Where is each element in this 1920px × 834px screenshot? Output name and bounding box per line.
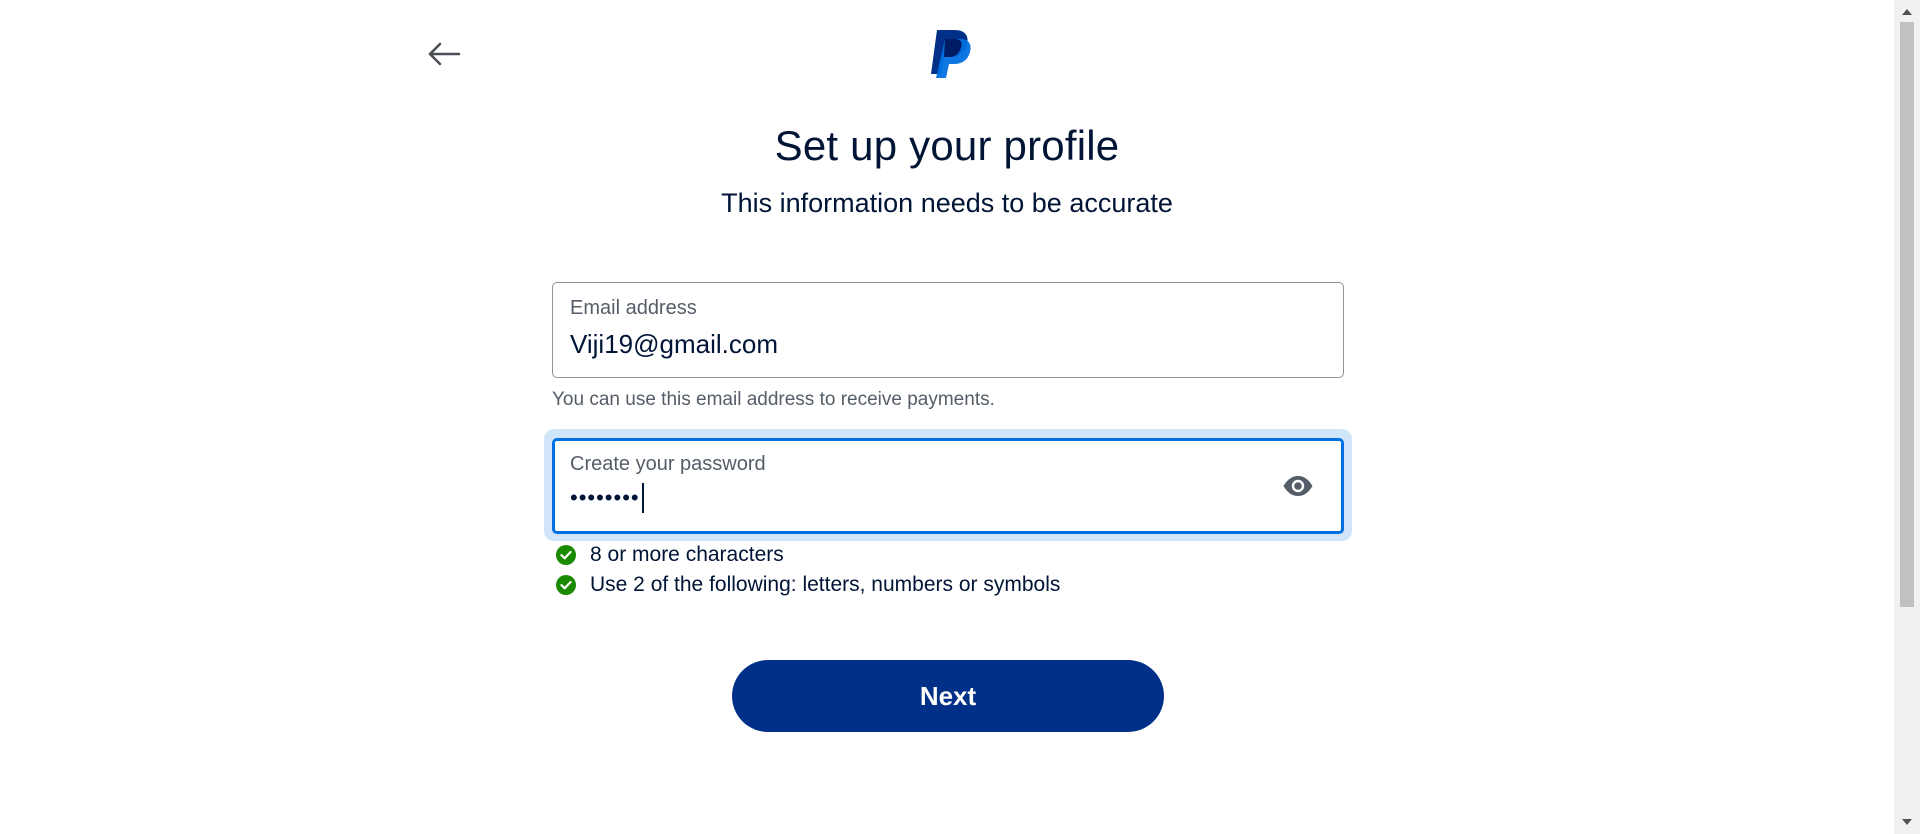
password-field-label: Create your password <box>570 453 766 475</box>
requirement-text: Use 2 of the following: letters, numbers… <box>590 573 1061 596</box>
email-field[interactable]: Email address Viji19@gmail.com <box>552 282 1344 378</box>
vertical-scrollbar[interactable] <box>1894 0 1920 834</box>
requirement-text: 8 or more characters <box>590 543 784 566</box>
page-title: Set up your profile <box>774 122 1120 169</box>
password-requirement: Use 2 of the following: letters, numbers… <box>556 573 1060 597</box>
page-subtitle: This information needs to be accurate <box>721 188 1173 218</box>
password-masked-text: •••••••• <box>570 485 640 510</box>
email-field-label: Email address <box>570 297 697 319</box>
triangle-up-icon <box>1902 9 1912 15</box>
email-field-value: Viji19@gmail.com <box>570 329 778 359</box>
show-password-button[interactable] <box>1281 471 1315 501</box>
email-help-text: You can use this email address to receiv… <box>552 389 995 410</box>
password-field-value: •••••••• <box>570 483 644 513</box>
eye-icon <box>1283 476 1313 496</box>
triangle-down-icon <box>1902 819 1912 825</box>
arrow-left-icon <box>428 42 461 66</box>
password-field[interactable]: Create your password •••••••• <box>552 438 1344 534</box>
scroll-up-arrow[interactable] <box>1894 2 1920 22</box>
password-requirement: 8 or more characters <box>556 543 784 567</box>
paypal-logo <box>928 28 972 78</box>
check-circle-icon <box>556 575 576 595</box>
text-caret <box>641 483 644 513</box>
signup-page: Set up your profile This information nee… <box>0 0 1920 834</box>
check-circle-icon <box>556 545 576 565</box>
back-button[interactable] <box>424 36 464 72</box>
next-button[interactable]: Next <box>732 660 1164 732</box>
scrollbar-thumb[interactable] <box>1900 22 1914 607</box>
scroll-down-arrow[interactable] <box>1894 812 1920 832</box>
